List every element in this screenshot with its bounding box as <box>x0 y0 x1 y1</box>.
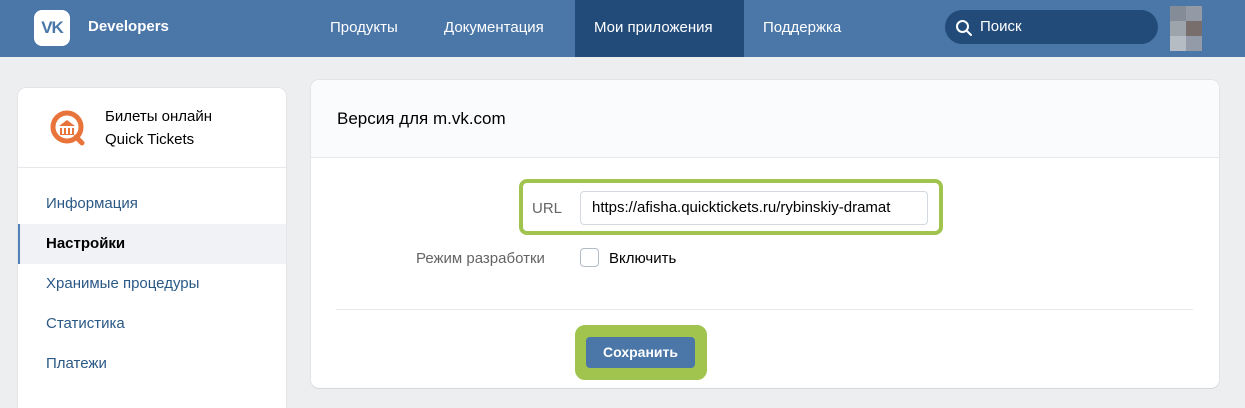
user-avatar[interactable] <box>1170 6 1202 51</box>
url-label: URL <box>532 200 563 217</box>
sidebar-item-settings[interactable]: Настройки <box>18 224 286 264</box>
search-icon <box>956 20 972 36</box>
app-sidebar: Билеты онлайн Quick Tickets Информация Н… <box>18 88 286 408</box>
page-title: Версия для m.vk.com <box>337 109 506 128</box>
vk-logo-icon[interactable]: VK <box>34 10 70 46</box>
dev-mode-checkbox[interactable] <box>580 248 599 267</box>
sidebar-item-payments[interactable]: Платежи <box>18 344 286 384</box>
nav-my-apps[interactable]: Мои приложения <box>575 0 744 57</box>
app-subtitle: Quick Tickets <box>105 131 195 148</box>
nav-products[interactable]: Продукты <box>311 0 417 57</box>
sidebar-item-info[interactable]: Информация <box>18 184 286 224</box>
card-header: Версия для m.vk.com <box>311 80 1219 158</box>
brand-title[interactable]: Developers <box>88 18 169 35</box>
nav-support[interactable]: Поддержка <box>744 0 860 57</box>
app-title: Билеты онлайн <box>105 108 213 125</box>
app-card: Билеты онлайн Quick Tickets <box>18 88 286 168</box>
vk-logo-text: VK <box>41 18 64 37</box>
url-field[interactable]: https://afisha.quicktickets.ru/rybinskiy… <box>580 191 928 225</box>
dev-mode-checkbox-label[interactable]: Включить <box>609 250 676 267</box>
sidebar-item-stored-procedures[interactable]: Хранимые процедуры <box>18 264 286 304</box>
dev-mode-label: Режим разработки <box>416 250 545 267</box>
nav-documentation[interactable]: Документация <box>425 0 563 57</box>
app-logo-icon <box>46 107 88 149</box>
save-button[interactable]: Сохранить <box>586 337 695 368</box>
top-navigation-bar: VK Developers Продукты Документация Мои … <box>0 0 1245 57</box>
search-input[interactable]: Поиск <box>980 18 1022 35</box>
search-box[interactable]: Поиск <box>945 10 1158 44</box>
divider <box>336 309 1193 310</box>
sidebar-item-statistics[interactable]: Статистика <box>18 304 286 344</box>
